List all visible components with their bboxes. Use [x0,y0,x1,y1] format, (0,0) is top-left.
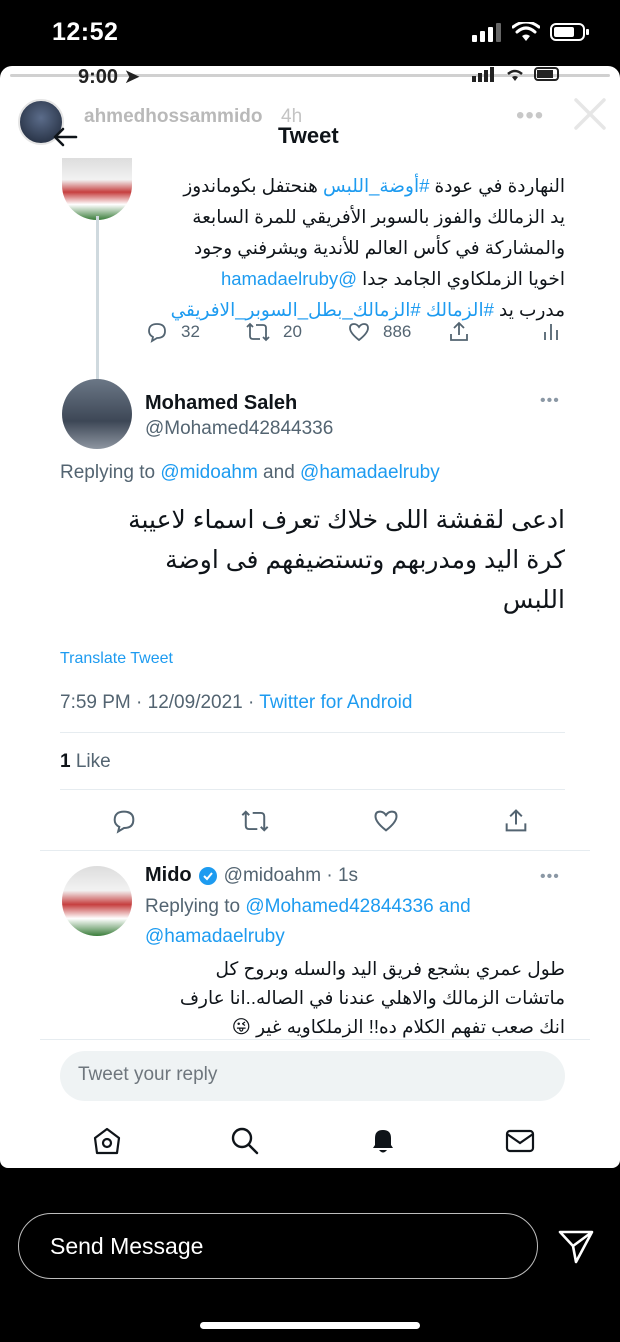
tweet-source-link[interactable]: Twitter for Android [259,692,412,713]
retweet-count: 20 [283,322,302,341]
divider [60,732,565,733]
reply-tweet-avatar[interactable] [62,866,132,936]
translate-tweet-link[interactable]: Translate Tweet [60,650,173,668]
close-icon[interactable] [572,96,608,132]
mention-link[interactable]: @Mohamed42844336 [245,896,433,917]
inner-status-bar: 9:00 ➤ [0,66,620,88]
wifi-icon [512,22,540,41]
os-status-icons [472,22,590,42]
send-message-input[interactable]: Send Message [18,1213,538,1279]
mention-link[interactable]: @hamadaelruby [300,462,440,483]
reply-tweet-header: Mido @midoahm · 1s [145,864,358,887]
reply-tweet-replying-to: Replying to @Mohamed42844336 and @hamada… [145,896,471,947]
parent-tweet-actions: 32 20 886 [145,318,565,346]
main-tweet-avatar[interactable] [62,379,132,449]
main-tweet-author-handle[interactable]: @Mohamed42844336 [145,418,333,440]
hashtag-link[interactable]: #أوضة_اللبس [323,175,429,196]
inner-clock: 9:00 ➤ [78,66,141,88]
parent-tweet-text: النهاردة في عودة #أوضة_اللبس هنحتفل بكوم… [170,175,565,320]
page-title: Tweet [278,123,339,148]
os-clock: 12:52 [52,18,119,46]
reply-compose-input[interactable]: Tweet your reply [60,1051,565,1101]
mention-link[interactable]: @hamadaelruby [145,926,285,947]
main-tweet-text: ادعى لقفشة اللى خلاك تعرف اسماء لاعيبة ك… [128,506,565,614]
location-arrow-icon: ➤ [123,66,141,88]
reply-action[interactable]: 32 [145,320,245,344]
reply-icon [148,323,166,343]
main-tweet-timestamp: 7:59 PM · 12/09/2021 · Twitter for Andro… [60,692,413,713]
retweet-action[interactable]: 20 [245,320,347,344]
story-card: 9:00 ➤ ahmedhossammido 4h ••• Tweet النه… [0,66,620,1168]
divider [40,850,590,851]
story-username[interactable]: ahmedhossammido [84,106,262,128]
like-action[interactable]: 886 [347,320,447,344]
main-tweet-more-icon[interactable]: ••• [540,392,560,410]
retweet-icon [246,322,270,342]
os-status-bar: 12:52 [0,0,620,66]
divider [60,789,565,790]
home-indicator[interactable] [200,1322,420,1329]
home-icon[interactable] [90,1124,124,1158]
heart-icon [349,323,369,342]
inner-battery-icon [534,67,559,81]
main-tweet-actions [110,806,530,836]
reply-tweet-author-name[interactable]: Mido [145,864,192,887]
share-icon[interactable] [502,807,530,835]
like-summary[interactable]: 1 Like [60,751,111,773]
inner-status-icons [472,66,562,82]
story-more-icon[interactable]: ••• [516,102,544,130]
divider [40,1039,590,1040]
mention-link[interactable]: @midoahm [160,462,257,483]
reply-icon[interactable] [110,807,138,835]
reply-compose-placeholder: Tweet your reply [78,1064,218,1085]
search-icon[interactable] [228,1124,262,1158]
battery-icon [550,23,589,41]
notifications-bell-icon[interactable] [366,1124,400,1158]
parent-tweet-avatar[interactable] [62,158,132,220]
analytics-icon[interactable] [539,320,563,344]
cellular-signal-icon [472,23,501,42]
send-message-placeholder: Send Message [50,1233,204,1259]
inner-signal-icon [472,67,494,82]
hashtag-link[interactable]: #الزمالك [426,299,494,320]
reply-tweet-more-icon[interactable]: ••• [540,868,560,886]
main-tweet-replying-to: Replying to @midoahm and @hamadaelruby [60,462,440,483]
inner-wifi-icon [507,69,523,81]
verified-badge-icon [198,866,217,885]
like-count: 886 [383,322,412,341]
bottom-nav [0,1114,620,1168]
heart-icon[interactable] [372,807,400,835]
hashtag-link[interactable]: #الزمالك_بطل_السوبر_الافريقي [171,299,421,320]
messages-icon[interactable] [503,1124,537,1158]
retweet-icon[interactable] [240,807,270,835]
reply-tweet-text: طول عمري بشجع فريق اليد والسله وبروح كل … [179,958,565,1037]
send-paper-plane-icon[interactable] [556,1226,596,1266]
share-icon[interactable] [447,320,471,344]
reply-tweet-author-handle[interactable]: @midoahm · 1s [224,865,358,887]
mention-link[interactable]: @hamadaelruby [221,268,357,289]
reply-count: 32 [181,322,200,341]
main-tweet-author-name[interactable]: Mohamed Saleh [145,392,297,415]
back-arrow-icon[interactable] [50,122,80,152]
